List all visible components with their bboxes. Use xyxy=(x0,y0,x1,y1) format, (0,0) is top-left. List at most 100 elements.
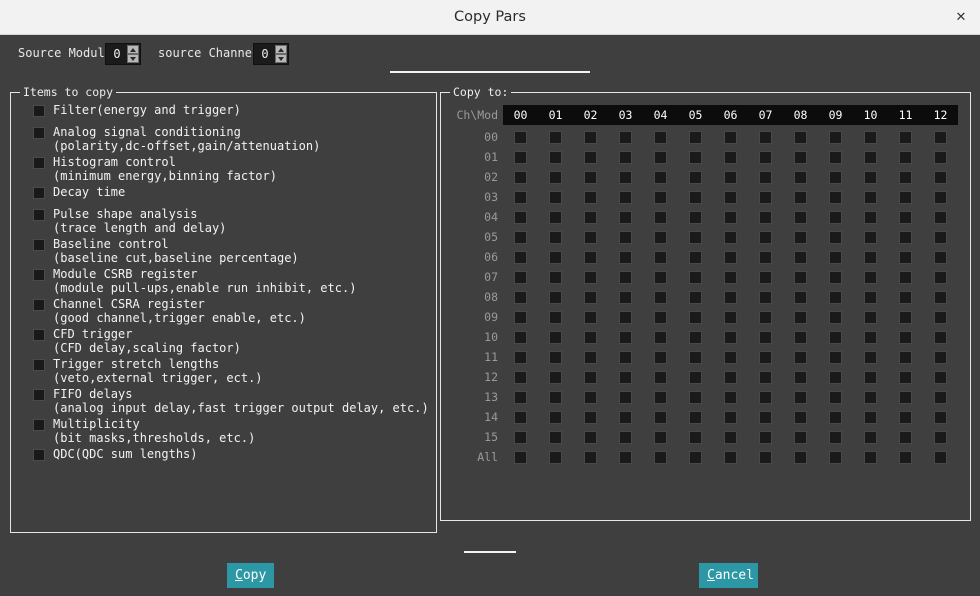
grid-column-header[interactable]: 02 xyxy=(573,105,608,125)
grid-checkbox[interactable] xyxy=(584,411,597,424)
grid-checkbox[interactable] xyxy=(724,231,737,244)
grid-checkbox[interactable] xyxy=(514,331,527,344)
grid-checkbox[interactable] xyxy=(619,451,632,464)
grid-checkbox[interactable] xyxy=(724,411,737,424)
grid-checkbox[interactable] xyxy=(829,411,842,424)
grid-checkbox[interactable] xyxy=(654,431,667,444)
source-channel-value[interactable]: 0 xyxy=(254,44,276,64)
grid-checkbox[interactable] xyxy=(584,171,597,184)
grid-row-header[interactable]: 13 xyxy=(450,387,498,407)
chevron-up-icon[interactable] xyxy=(275,45,287,54)
grid-checkbox[interactable] xyxy=(549,451,562,464)
grid-checkbox[interactable] xyxy=(794,151,807,164)
grid-checkbox[interactable] xyxy=(514,411,527,424)
grid-checkbox[interactable] xyxy=(934,311,947,324)
grid-checkbox[interactable] xyxy=(584,331,597,344)
grid-checkbox[interactable] xyxy=(654,271,667,284)
close-icon[interactable]: ✕ xyxy=(951,8,971,28)
grid-checkbox[interactable] xyxy=(654,151,667,164)
grid-checkbox[interactable] xyxy=(864,191,877,204)
grid-checkbox[interactable] xyxy=(654,391,667,404)
grid-checkbox[interactable] xyxy=(794,351,807,364)
grid-checkbox[interactable] xyxy=(899,351,912,364)
grid-checkbox[interactable] xyxy=(864,171,877,184)
grid-checkbox[interactable] xyxy=(759,191,772,204)
grid-checkbox[interactable] xyxy=(829,131,842,144)
grid-checkbox[interactable] xyxy=(934,211,947,224)
grid-checkbox[interactable] xyxy=(759,451,772,464)
grid-checkbox[interactable] xyxy=(619,291,632,304)
grid-checkbox[interactable] xyxy=(864,211,877,224)
grid-checkbox[interactable] xyxy=(829,351,842,364)
grid-checkbox[interactable] xyxy=(619,371,632,384)
grid-checkbox[interactable] xyxy=(549,331,562,344)
item-checkbox[interactable] xyxy=(33,187,45,199)
grid-checkbox[interactable] xyxy=(899,191,912,204)
grid-row-header[interactable]: 12 xyxy=(450,367,498,387)
source-module-spinner[interactable]: 0 xyxy=(105,43,141,65)
grid-checkbox[interactable] xyxy=(514,291,527,304)
grid-checkbox[interactable] xyxy=(794,331,807,344)
grid-checkbox[interactable] xyxy=(864,411,877,424)
grid-checkbox[interactable] xyxy=(689,331,702,344)
chevron-up-icon[interactable] xyxy=(127,45,139,54)
grid-checkbox[interactable] xyxy=(514,371,527,384)
grid-column-header[interactable]: 00 xyxy=(503,105,538,125)
grid-checkbox[interactable] xyxy=(584,151,597,164)
grid-column-header[interactable]: 07 xyxy=(748,105,783,125)
grid-checkbox[interactable] xyxy=(549,391,562,404)
grid-checkbox[interactable] xyxy=(829,251,842,264)
grid-checkbox[interactable] xyxy=(689,211,702,224)
source-module-value[interactable]: 0 xyxy=(106,44,128,64)
grid-checkbox[interactable] xyxy=(934,171,947,184)
grid-checkbox[interactable] xyxy=(899,311,912,324)
grid-checkbox[interactable] xyxy=(549,431,562,444)
grid-checkbox[interactable] xyxy=(724,431,737,444)
grid-checkbox[interactable] xyxy=(514,251,527,264)
grid-checkbox[interactable] xyxy=(654,251,667,264)
grid-checkbox[interactable] xyxy=(619,171,632,184)
grid-checkbox[interactable] xyxy=(689,391,702,404)
grid-checkbox[interactable] xyxy=(689,131,702,144)
grid-checkbox[interactable] xyxy=(724,351,737,364)
grid-checkbox[interactable] xyxy=(549,251,562,264)
grid-checkbox[interactable] xyxy=(689,451,702,464)
grid-checkbox[interactable] xyxy=(619,251,632,264)
grid-checkbox[interactable] xyxy=(899,371,912,384)
grid-checkbox[interactable] xyxy=(619,391,632,404)
grid-row-header[interactable]: 06 xyxy=(450,247,498,267)
grid-checkbox[interactable] xyxy=(934,431,947,444)
grid-checkbox[interactable] xyxy=(514,311,527,324)
grid-row-header[interactable]: 11 xyxy=(450,347,498,367)
grid-checkbox[interactable] xyxy=(759,271,772,284)
grid-checkbox[interactable] xyxy=(899,171,912,184)
grid-checkbox[interactable] xyxy=(829,371,842,384)
grid-checkbox[interactable] xyxy=(899,431,912,444)
source-channel-spinner[interactable]: 0 xyxy=(253,43,289,65)
grid-checkbox[interactable] xyxy=(584,451,597,464)
grid-column-header[interactable]: 11 xyxy=(888,105,923,125)
grid-checkbox[interactable] xyxy=(864,151,877,164)
item-checkbox[interactable] xyxy=(33,239,45,251)
copy-button[interactable]: Copy xyxy=(227,563,274,588)
grid-column-header[interactable]: 12 xyxy=(923,105,958,125)
grid-checkbox[interactable] xyxy=(619,411,632,424)
grid-checkbox[interactable] xyxy=(724,131,737,144)
grid-checkbox[interactable] xyxy=(794,451,807,464)
item-checkbox[interactable] xyxy=(33,419,45,431)
grid-checkbox[interactable] xyxy=(829,231,842,244)
grid-checkbox[interactable] xyxy=(864,371,877,384)
grid-checkbox[interactable] xyxy=(514,271,527,284)
grid-checkbox[interactable] xyxy=(549,231,562,244)
grid-checkbox[interactable] xyxy=(514,431,527,444)
grid-checkbox[interactable] xyxy=(619,191,632,204)
grid-checkbox[interactable] xyxy=(689,171,702,184)
grid-checkbox[interactable] xyxy=(549,171,562,184)
grid-checkbox[interactable] xyxy=(619,271,632,284)
grid-checkbox[interactable] xyxy=(724,191,737,204)
grid-checkbox[interactable] xyxy=(619,331,632,344)
grid-checkbox[interactable] xyxy=(549,151,562,164)
item-checkbox[interactable] xyxy=(33,389,45,401)
grid-row-header[interactable]: 08 xyxy=(450,287,498,307)
grid-row-header[interactable]: 05 xyxy=(450,227,498,247)
